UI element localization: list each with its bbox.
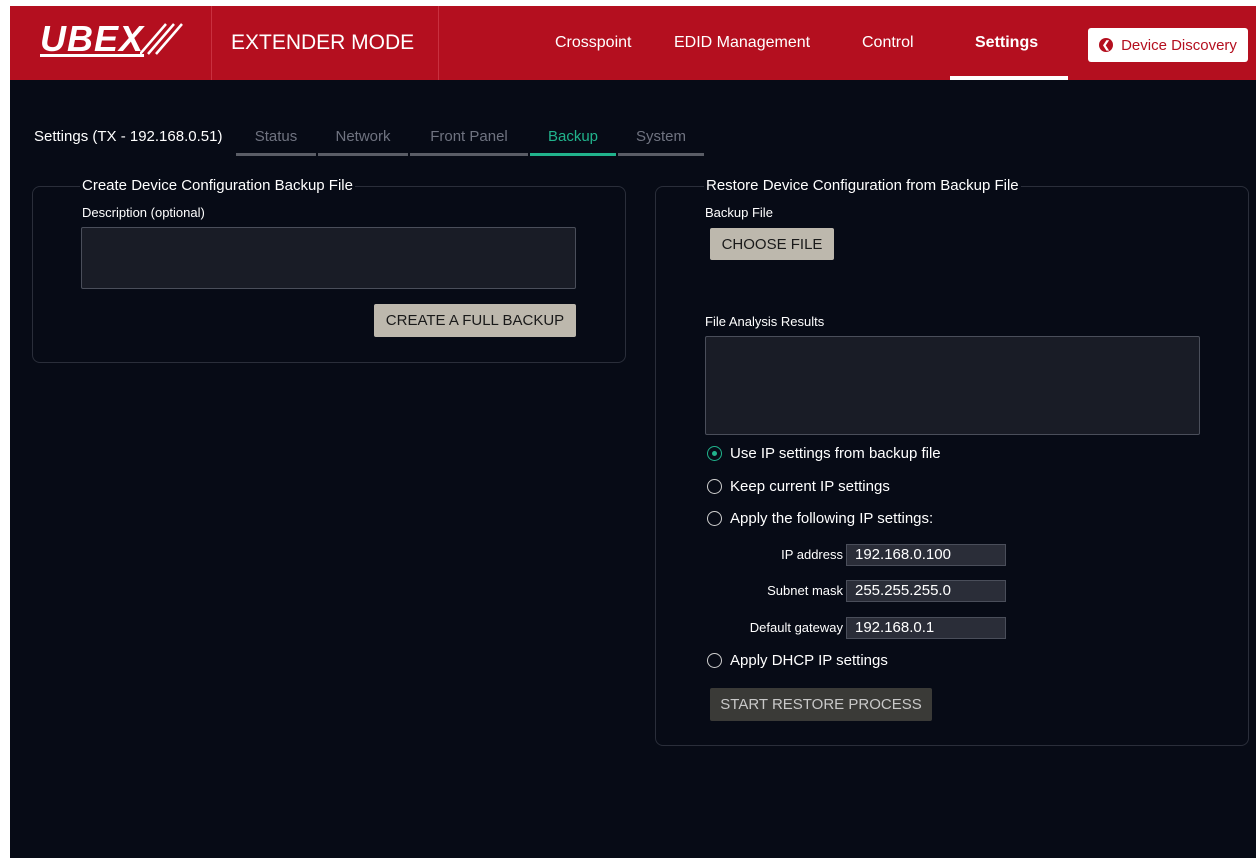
- option-apply-dhcp[interactable]: Apply DHCP IP settings: [707, 652, 888, 669]
- ubex-logo: UBEX: [40, 16, 190, 68]
- option-use-backup-ip[interactable]: Use IP settings from backup file: [707, 445, 941, 462]
- tab-backup-underline: [530, 153, 616, 156]
- default-gateway-label: Default gateway: [749, 620, 843, 635]
- radio-apply-following-ip[interactable]: [707, 511, 722, 526]
- file-analysis-textarea: [705, 336, 1200, 435]
- nav-edid-management[interactable]: EDID Management: [674, 34, 810, 52]
- device-discovery-button[interactable]: ❮ Device Discovery: [1088, 28, 1248, 62]
- option-apply-dhcp-label: Apply DHCP IP settings: [730, 652, 888, 669]
- logo-text: UBEX: [40, 18, 145, 59]
- ip-address-input[interactable]: 192.168.0.100: [846, 544, 1006, 566]
- description-textarea[interactable]: [81, 227, 576, 289]
- subnet-mask-input[interactable]: 255.255.255.0: [846, 580, 1006, 602]
- file-analysis-label: File Analysis Results: [705, 314, 825, 329]
- radio-apply-dhcp[interactable]: [707, 653, 722, 668]
- tab-network[interactable]: Network: [318, 128, 408, 145]
- nav-settings[interactable]: Settings: [975, 34, 1038, 52]
- nav-active-indicator: [950, 76, 1068, 80]
- option-keep-current-ip-label: Keep current IP settings: [730, 478, 890, 495]
- radio-keep-current-ip[interactable]: [707, 479, 722, 494]
- create-full-backup-button[interactable]: CREATE A FULL BACKUP: [374, 304, 576, 337]
- backup-file-label: Backup File: [705, 205, 773, 220]
- tab-system-underline: [618, 153, 704, 156]
- mode-divider-left: [211, 6, 212, 80]
- settings-title: Settings (TX - 192.168.0.51): [34, 128, 223, 145]
- app-window: UBEX EXTENDER MODE Crosspoint EDID Manag…: [10, 6, 1256, 858]
- back-arrow-icon: ❮: [1099, 38, 1114, 52]
- subnet-mask-label: Subnet mask: [767, 583, 843, 598]
- tab-front-panel[interactable]: Front Panel: [410, 128, 528, 145]
- tab-status-underline: [236, 153, 316, 156]
- tab-front-panel-underline: [410, 153, 528, 156]
- device-discovery-label: Device Discovery: [1121, 36, 1237, 54]
- choose-file-button[interactable]: CHOOSE FILE: [710, 228, 834, 260]
- start-restore-button[interactable]: START RESTORE PROCESS: [710, 688, 932, 721]
- option-apply-following-ip[interactable]: Apply the following IP settings:: [707, 510, 933, 527]
- nav-control[interactable]: Control: [862, 34, 914, 52]
- mode-divider-right: [438, 6, 439, 80]
- backup-panel-legend: Create Device Configuration Backup File: [80, 177, 355, 194]
- tab-system[interactable]: System: [618, 128, 704, 145]
- nav-crosspoint[interactable]: Crosspoint: [555, 34, 631, 52]
- tab-network-underline: [318, 153, 408, 156]
- option-keep-current-ip[interactable]: Keep current IP settings: [707, 478, 890, 495]
- logo-chevrons-icon: [140, 23, 183, 55]
- restore-panel-legend: Restore Device Configuration from Backup…: [704, 177, 1021, 194]
- ip-address-label: IP address: [781, 547, 843, 562]
- tab-backup[interactable]: Backup: [530, 128, 616, 145]
- option-apply-following-ip-label: Apply the following IP settings:: [730, 510, 934, 527]
- description-label: Description (optional): [82, 205, 205, 220]
- default-gateway-input[interactable]: 192.168.0.1: [846, 617, 1006, 639]
- radio-use-backup-ip[interactable]: [707, 446, 722, 461]
- mode-title: EXTENDER MODE: [231, 31, 415, 54]
- option-use-backup-ip-label: Use IP settings from backup file: [730, 445, 941, 462]
- tab-status[interactable]: Status: [236, 128, 316, 145]
- top-bar: UBEX EXTENDER MODE Crosspoint EDID Manag…: [10, 6, 1256, 80]
